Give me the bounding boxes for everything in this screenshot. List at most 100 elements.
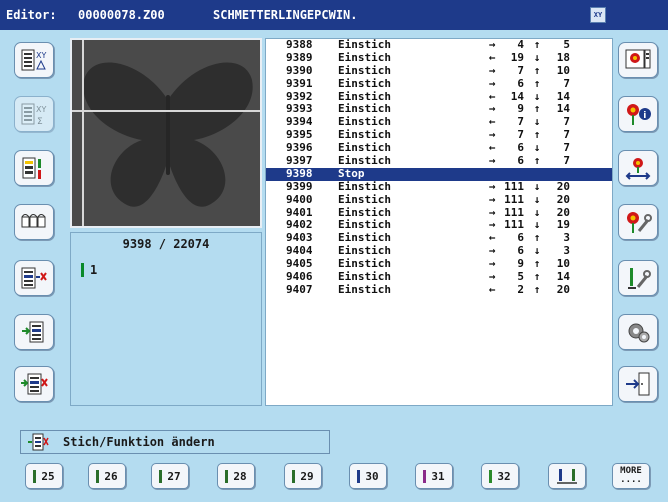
dx-arrow: → [488,192,496,206]
needle-button-31[interactable]: 31 [415,463,453,489]
stitch-function: Einstich [338,63,391,77]
design-info-button[interactable]: i [618,96,658,132]
dy-arrow: ↑ [533,63,541,77]
needle-select-button[interactable] [548,463,586,489]
needle-button-29[interactable]: 29 [284,463,322,489]
stitch-row[interactable]: 9396 Einstich ← 6 ↓ 7 [266,141,612,155]
stitch-row[interactable]: 9388 Einstich → 4 ↑ 5 [266,38,612,52]
design-preview[interactable] [70,38,262,228]
design-name: SCHMETTERLINGEPCWIN. [213,8,358,22]
dy-arrow: ↑ [533,154,541,168]
stitch-row[interactable]: 9403 Einstich ← 6 ↑ 3 [266,231,612,245]
stitch-function: Einstich [338,282,391,296]
stitch-row[interactable]: 9397 Einstich → 6 ↑ 7 [266,154,612,168]
stitch-row[interactable]: 9394 Einstich ← 7 ↓ 7 [266,115,612,129]
dx-arrow: → [488,179,496,193]
more-button[interactable]: MORE .... [612,463,650,489]
edit-stitch-icon [28,433,49,451]
dy-arrow: ↑ [533,270,541,284]
needle-label: 31 [431,469,445,483]
insert-stitch-button[interactable] [14,314,54,350]
insert-stitch-icon [22,321,44,343]
needle-button-25[interactable]: 25 [25,463,63,489]
needle-button-26[interactable]: 26 [88,463,126,489]
chain-stitch-icon [21,214,46,228]
dy-value: 20 [556,179,570,193]
needle-tool-button[interactable] [618,260,658,296]
stitch-row[interactable]: 9402 Einstich → 111 ↓ 19 [266,219,612,232]
xy-window-icon[interactable]: XY [590,7,606,23]
flower-tool-icon [627,212,652,233]
needle-icon [423,469,427,483]
needle-button-28[interactable]: 28 [217,463,255,489]
needle-icon [96,469,100,483]
flower-info-icon: i [627,104,651,125]
needle-button-30[interactable]: 30 [349,463,387,489]
stitch-row[interactable]: 9406 Einstich → 5 ↑ 14 [266,270,612,284]
dy-arrow: ↓ [533,192,541,206]
delete-stitch-button[interactable] [14,260,54,296]
needle-pair-icon [557,469,577,484]
stitch-row[interactable]: 9399 Einstich → 111 ↓ 20 [266,179,612,194]
dx-value: 4 [517,38,524,51]
design-view-button[interactable] [618,42,658,78]
stitch-row[interactable]: 9390 Einstich → 7 ↑ 10 [266,63,612,78]
dx-arrow: ← [488,50,496,64]
dy-arrow: ↓ [533,50,541,64]
stitch-row[interactable]: 9391 Einstich → 6 ↑ 7 [266,76,612,91]
design-tool-button[interactable] [618,204,658,240]
chain-stitch-button[interactable] [14,204,54,240]
dy-value: 14 [556,270,570,284]
needle-label: 27 [167,469,181,483]
exit-door-icon [626,372,650,396]
dx-value: 2 [517,282,524,296]
stitch-function: Stop [338,166,365,180]
stitch-number: 9406 [286,270,313,284]
stitch-info-panel: 9398 / 22074 1 [70,232,262,406]
color-change-button[interactable] [14,150,54,186]
dx-value: 111 [504,192,524,206]
dx-value: 6 [517,76,524,90]
stitch-row[interactable]: 9393 Einstich → 9 ↑ 14 [266,103,612,116]
stitch-function: Einstich [338,50,391,64]
exit-button[interactable] [618,366,658,402]
design-view-icon [625,49,651,69]
dy-value: 20 [556,192,570,206]
dx-value: 19 [510,50,524,64]
stitch-number: 9391 [286,76,313,90]
status-bar: Stich/Funktion ändern [20,430,330,454]
stitch-row[interactable]: 9389 Einstich ← 19 ↓ 18 [266,50,612,65]
settings-button[interactable] [618,314,658,350]
design-move-button[interactable] [618,150,658,186]
stitch-function: Einstich [338,192,391,206]
stitch-number: 9399 [286,179,313,193]
dx-arrow: → [488,154,496,168]
needle-icon [357,469,361,483]
dy-value: 5 [563,38,570,51]
color-change-icon [22,157,41,179]
xy-sigma-icon: XY Σ [21,103,46,127]
stitch-function: Einstich [338,270,391,284]
stitch-row[interactable]: 9395 Einstich → 7 ↑ 7 [266,128,612,142]
gear-icon [628,323,650,343]
needle-indicator: 1 [81,263,97,277]
stitch-number: 9398 [286,166,313,180]
needle-button-32[interactable]: 32 [481,463,519,489]
stitch-list[interactable]: 9388 Einstich → 4 ↑ 5 9389 Einstich ← 19 ↓ 18 9390 Ei… [265,38,613,406]
stitch-number: 9388 [286,38,313,51]
title-bar: Editor: 00000078.Z00 SCHMETTERLINGEPCWIN… [0,0,668,30]
needle-button-27[interactable]: 27 [151,463,189,489]
move-stitch-button[interactable] [14,366,54,402]
dx-arrow: ← [488,282,496,296]
stitch-row[interactable]: 9407 Einstich ← 2 ↑ 20 [266,282,612,297]
xy-delta-button[interactable]: XY [14,42,54,78]
editor-label: Editor: [6,8,57,22]
cursor-horizontal-line [72,110,260,112]
stitch-row[interactable]: 9400 Einstich → 111 ↓ 20 [266,192,612,207]
stitch-row-selected[interactable]: 9398 Stop [266,166,612,181]
stitch-function: Einstich [338,154,391,168]
dx-value: 6 [517,154,524,168]
xy-sigma-button[interactable]: XY Σ [14,96,54,132]
dx-value: 5 [517,270,524,284]
stitch-number: 9389 [286,50,313,64]
